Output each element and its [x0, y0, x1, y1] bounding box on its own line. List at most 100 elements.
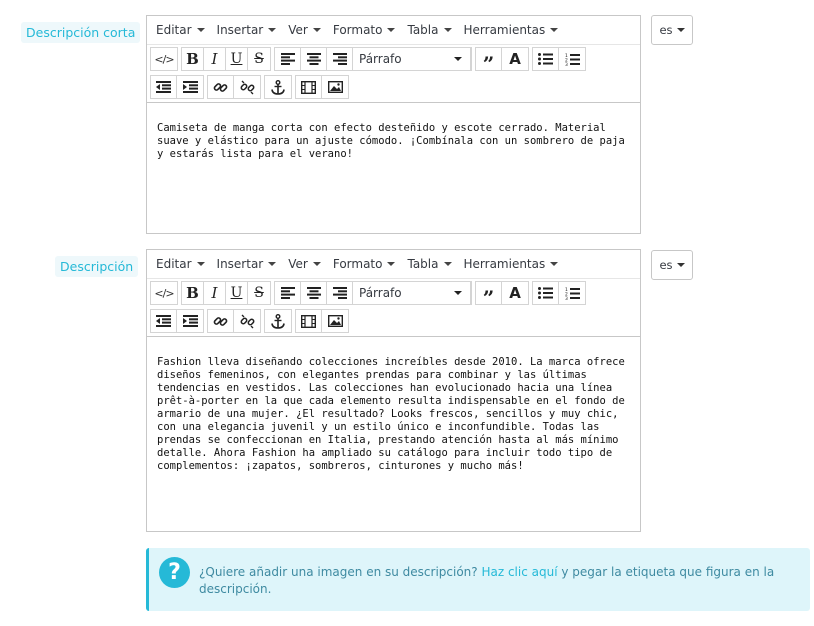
- text-color-button[interactable]: A: [502, 282, 528, 304]
- text-color-icon: A: [509, 284, 521, 302]
- menu-insertar[interactable]: Insertar: [211, 16, 283, 45]
- align-left-button[interactable]: [275, 48, 301, 70]
- strikethrough-button[interactable]: S: [248, 48, 270, 70]
- chevron-down-icon: [454, 57, 462, 61]
- insert-video-button[interactable]: [296, 310, 322, 332]
- short-description-editor[interactable]: Editar Insertar Ver Formato Tabla Herram…: [146, 15, 641, 234]
- menu-editar[interactable]: Editar: [150, 250, 211, 279]
- insert-image-button[interactable]: [322, 310, 348, 332]
- bullet-list-icon: [538, 53, 553, 65]
- toolbar-row-2: [147, 307, 640, 335]
- language-label: es: [659, 258, 673, 272]
- remove-link-button[interactable]: [234, 310, 260, 332]
- description-label: Descripción: [55, 256, 139, 277]
- insert-image-button[interactable]: [322, 76, 348, 98]
- menu-editar[interactable]: Editar: [150, 16, 211, 45]
- text-color-button[interactable]: A: [502, 48, 528, 70]
- strikethrough-button[interactable]: S: [248, 282, 270, 304]
- svg-text:3: 3: [565, 296, 568, 300]
- align-center-icon: [306, 53, 321, 65]
- video-icon: [301, 314, 316, 328]
- underline-button[interactable]: U: [226, 48, 248, 70]
- menu-tabla-label: Tabla: [407, 23, 439, 37]
- bold-icon: B: [186, 284, 199, 302]
- align-center-button[interactable]: [301, 48, 327, 70]
- insert-link-button[interactable]: [208, 310, 234, 332]
- chevron-down-icon: [268, 262, 277, 266]
- help-question-text: ¿Quiere añadir una imagen en su descripc…: [199, 565, 482, 579]
- description-content[interactable]: Fashion lleva diseñando colecciones incr…: [147, 337, 640, 529]
- outdent-button[interactable]: [151, 76, 177, 98]
- anchor-button[interactable]: [265, 76, 291, 98]
- question-icon: ?: [159, 557, 190, 588]
- italic-button[interactable]: I: [204, 282, 226, 304]
- bullet-list-button[interactable]: [533, 48, 559, 70]
- align-right-button[interactable]: [327, 48, 353, 70]
- bullet-list-button[interactable]: [533, 282, 559, 304]
- bold-icon: B: [186, 50, 199, 68]
- blockquote-button[interactable]: ”: [476, 282, 502, 308]
- outdent-button[interactable]: [151, 310, 177, 332]
- format-select[interactable]: Párrafo: [353, 282, 471, 304]
- menu-ver-label: Ver: [288, 23, 308, 37]
- chevron-down-icon: [387, 28, 396, 32]
- menu-insertar-label: Insertar: [216, 23, 264, 37]
- bullet-list-icon: [538, 287, 553, 299]
- format-select-value: Párrafo: [359, 52, 402, 66]
- anchor-icon: [271, 79, 285, 95]
- source-code-button[interactable]: </>: [151, 48, 177, 70]
- description-language-button[interactable]: es: [651, 250, 693, 280]
- help-link[interactable]: Haz clic aquí: [481, 565, 557, 579]
- image-icon: [327, 81, 343, 93]
- align-center-button[interactable]: [301, 282, 327, 304]
- align-left-button[interactable]: [275, 282, 301, 304]
- italic-button[interactable]: I: [204, 48, 226, 70]
- menu-tabla-label: Tabla: [407, 257, 439, 271]
- blockquote-button[interactable]: ”: [476, 48, 502, 74]
- bold-button[interactable]: B: [182, 48, 204, 70]
- align-right-button[interactable]: [327, 282, 353, 304]
- menu-tabla[interactable]: Tabla: [401, 16, 457, 45]
- svg-text:3: 3: [565, 62, 568, 66]
- description-editor[interactable]: Editar Insertar Ver Formato Tabla Herram…: [146, 249, 641, 532]
- link-icon: [213, 316, 228, 326]
- align-right-icon: [332, 53, 347, 65]
- editor-toolbar: </> B I U S Párrafo ” A 123: [147, 279, 640, 337]
- chevron-down-icon: [268, 28, 277, 32]
- short-description-language-button[interactable]: es: [651, 15, 693, 45]
- menu-herramientas[interactable]: Herramientas: [458, 250, 565, 279]
- italic-icon: I: [211, 284, 218, 302]
- chevron-down-icon: [312, 262, 321, 266]
- menu-formato[interactable]: Formato: [327, 250, 402, 279]
- video-icon: [301, 80, 316, 94]
- strikethrough-icon: S: [254, 285, 264, 301]
- menu-herramientas-label: Herramientas: [463, 257, 546, 271]
- underline-button[interactable]: U: [226, 282, 248, 304]
- short-description-content[interactable]: Camiseta de manga corta con efecto deste…: [147, 103, 640, 231]
- format-select[interactable]: Párrafo: [353, 48, 471, 70]
- align-left-icon: [280, 287, 295, 299]
- numbered-list-button[interactable]: 123: [559, 48, 585, 70]
- menu-formato[interactable]: Formato: [327, 16, 402, 45]
- menu-ver-label: Ver: [288, 257, 308, 271]
- underline-icon: U: [230, 51, 243, 67]
- numbered-list-button[interactable]: 123: [559, 282, 585, 304]
- anchor-button[interactable]: [265, 310, 291, 332]
- menu-herramientas[interactable]: Herramientas: [458, 16, 565, 45]
- menu-tabla[interactable]: Tabla: [401, 250, 457, 279]
- image-help-alert: ? ¿Quiere añadir una imagen en su descri…: [146, 548, 810, 611]
- indent-icon: [182, 315, 198, 327]
- insert-video-button[interactable]: [296, 76, 322, 98]
- menu-insertar[interactable]: Insertar: [211, 250, 283, 279]
- code-icon: </>: [154, 52, 174, 66]
- insert-link-button[interactable]: [208, 76, 234, 98]
- bold-button[interactable]: B: [182, 282, 204, 304]
- remove-link-button[interactable]: [234, 76, 260, 98]
- menu-ver[interactable]: Ver: [282, 16, 327, 45]
- source-code-button[interactable]: </>: [151, 282, 177, 304]
- menu-ver[interactable]: Ver: [282, 250, 327, 279]
- image-icon: [327, 315, 343, 327]
- menu-formato-label: Formato: [332, 257, 383, 271]
- indent-button[interactable]: [177, 76, 203, 98]
- indent-button[interactable]: [177, 310, 203, 332]
